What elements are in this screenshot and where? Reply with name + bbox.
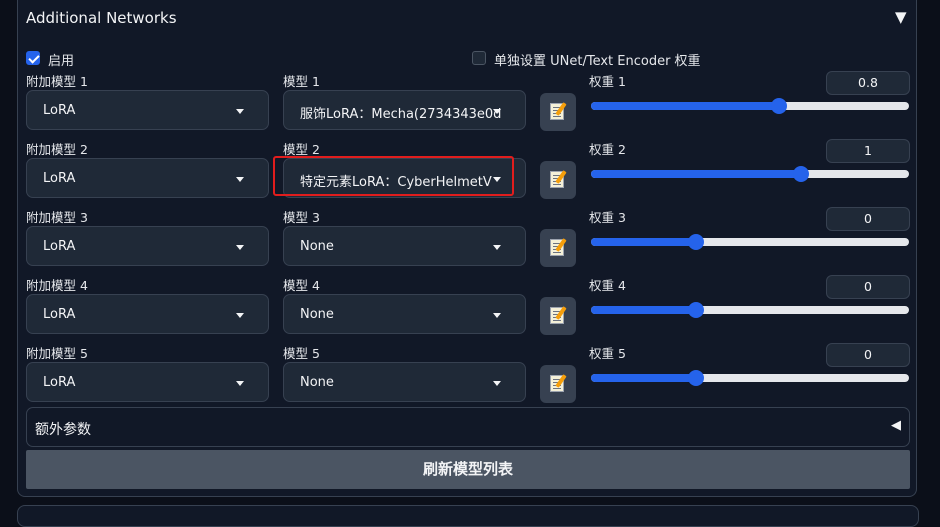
model-type-value: LoRA xyxy=(43,375,76,390)
chevron-down-icon xyxy=(493,109,501,114)
separate-weights-checkbox[interactable] xyxy=(472,51,486,65)
chevron-down-icon xyxy=(493,245,501,250)
model-type-value: LoRA xyxy=(43,307,76,322)
model-type-value: LoRA xyxy=(43,103,76,118)
panel-title: Additional Networks xyxy=(26,9,177,27)
weight-slider-thumb[interactable] xyxy=(770,98,787,114)
model-value: None xyxy=(300,307,334,322)
weight-label: 权重 1 xyxy=(589,74,626,89)
weight-slider-fill xyxy=(591,306,696,314)
edit-metadata-button[interactable] xyxy=(540,161,576,199)
edit-metadata-button[interactable] xyxy=(540,93,576,131)
chevron-down-icon xyxy=(493,313,501,318)
extra-params-label: 额外参数 xyxy=(35,422,91,438)
extra-params-accordion[interactable]: 额外参数 ◀ xyxy=(26,407,910,447)
collapse-toggle-icon[interactable]: ▼ xyxy=(895,8,907,26)
weight-number-input[interactable]: 0 xyxy=(826,207,910,231)
weight-number-input[interactable]: 0.8 xyxy=(826,71,910,95)
weight-slider[interactable] xyxy=(591,234,909,250)
chevron-down-icon xyxy=(236,313,244,318)
model-dropdown[interactable]: 服饰LoRA：Mecha(2734343e0d xyxy=(283,90,526,130)
model-dropdown[interactable]: None xyxy=(283,226,526,266)
model-value: 特定元素LoRA：CyberHelmetV xyxy=(300,175,492,190)
weight-slider-thumb[interactable] xyxy=(687,370,704,386)
weight-slider-fill xyxy=(591,170,801,178)
chevron-down-icon xyxy=(236,245,244,250)
weight-slider-thumb[interactable] xyxy=(792,166,809,182)
model-type-dropdown[interactable]: LoRA xyxy=(26,90,269,130)
chevron-down-icon xyxy=(236,177,244,182)
edit-metadata-button[interactable] xyxy=(540,297,576,335)
chevron-down-icon xyxy=(236,109,244,114)
model-type-label: 附加模型 3 xyxy=(26,210,88,225)
weight-slider[interactable] xyxy=(591,166,909,182)
model-label: 模型 5 xyxy=(283,346,320,361)
model-type-dropdown[interactable]: LoRA xyxy=(26,294,269,334)
model-type-label: 附加模型 5 xyxy=(26,346,88,361)
model-value: 服饰LoRA：Mecha(2734343e0d xyxy=(300,107,502,122)
weight-label: 权重 5 xyxy=(589,346,626,361)
weight-slider[interactable] xyxy=(591,302,909,318)
separate-weights-label: 单独设置 UNet/Text Encoder 权重 xyxy=(494,54,701,69)
model-label: 模型 4 xyxy=(283,278,320,293)
weight-label: 权重 4 xyxy=(589,278,626,293)
edit-metadata-button[interactable] xyxy=(540,365,576,403)
model-type-dropdown[interactable]: LoRA xyxy=(26,362,269,402)
chevron-down-icon xyxy=(493,381,501,386)
chevron-down-icon xyxy=(493,177,501,182)
weight-number-input[interactable]: 0 xyxy=(826,343,910,367)
next-panel-edge xyxy=(17,505,919,527)
expand-arrow-icon: ◀ xyxy=(891,418,901,433)
model-value: None xyxy=(300,239,334,254)
model-label: 模型 1 xyxy=(283,74,320,89)
model-label: 模型 3 xyxy=(283,210,320,225)
model-type-dropdown[interactable]: LoRA xyxy=(26,226,269,266)
model-type-label: 附加模型 2 xyxy=(26,142,88,157)
model-type-dropdown[interactable]: LoRA xyxy=(26,158,269,198)
model-type-label: 附加模型 4 xyxy=(26,278,88,293)
weight-slider-fill xyxy=(591,374,696,382)
model-value: None xyxy=(300,375,334,390)
weight-slider-thumb[interactable] xyxy=(687,302,704,318)
weight-slider[interactable] xyxy=(591,98,909,114)
enable-label: 启用 xyxy=(48,54,75,69)
weight-slider[interactable] xyxy=(591,370,909,386)
model-dropdown[interactable]: 特定元素LoRA：CyberHelmetV xyxy=(283,158,526,198)
refresh-models-button[interactable]: 刷新模型列表 xyxy=(26,450,910,489)
weight-label: 权重 2 xyxy=(589,142,626,157)
weight-slider-fill xyxy=(591,102,779,110)
edit-metadata-button[interactable] xyxy=(540,229,576,267)
weight-slider-fill xyxy=(591,238,696,246)
weight-number-input[interactable]: 1 xyxy=(826,139,910,163)
model-type-label: 附加模型 1 xyxy=(26,74,88,89)
model-dropdown[interactable]: None xyxy=(283,362,526,402)
model-type-value: LoRA xyxy=(43,171,76,186)
model-label: 模型 2 xyxy=(283,142,320,157)
weight-number-input[interactable]: 0 xyxy=(826,275,910,299)
weight-slider-thumb[interactable] xyxy=(687,234,704,250)
enable-checkbox[interactable] xyxy=(26,51,40,65)
model-type-value: LoRA xyxy=(43,239,76,254)
weight-label: 权重 3 xyxy=(589,210,626,225)
chevron-down-icon xyxy=(236,381,244,386)
model-dropdown[interactable]: None xyxy=(283,294,526,334)
